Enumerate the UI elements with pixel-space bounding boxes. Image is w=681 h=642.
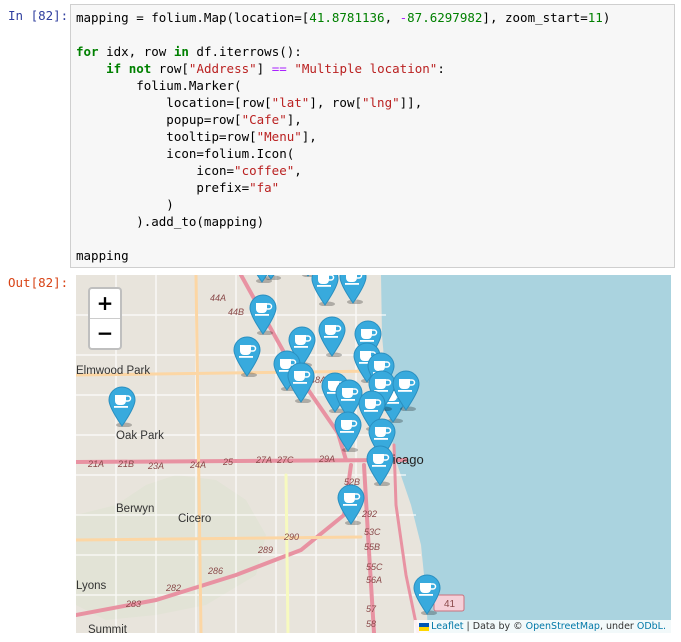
code-line-11: prefix="fa" [76,180,280,195]
map-attribution: Leaflet | Data by © OpenStreetMap, under… [414,620,671,633]
code-line-6: location=[row["lat"], row["lng"]], [76,95,423,110]
zoom-out-button[interactable]: − [90,318,120,348]
zoom-in-button[interactable]: + [90,289,120,318]
coffee-icon [339,275,367,305]
coffee-icon [287,362,315,404]
road-label-25: 25 [222,457,234,467]
road-label-27a: 27A [255,455,272,465]
coffee-icon [249,294,277,336]
road-label-44a: 44A [210,293,226,303]
road-label-24a: 24A [189,460,206,470]
road-label-55b: 55B [364,542,380,552]
coffee-icon [233,336,261,378]
code-line-8: tooltip=row["Menu"], [76,129,317,144]
code-line-7: popup=row["Cafe"], [76,112,302,127]
coffee-icon [366,445,394,487]
cafe-marker[interactable] [391,369,421,412]
road-label-282: 282 [165,583,181,593]
place-label-berwyn: Berwyn [116,503,154,515]
coffee-icon [318,316,346,358]
road-label-27c: 27C [276,455,294,465]
code-line-5: folium.Marker( [76,78,242,93]
code-line-12: ) [76,197,174,212]
place-label-elmwood-park: Elmwood Park [76,365,150,377]
input-prompt: In [82]: [8,8,69,23]
leaflet-flag-icon [419,622,430,631]
code-line-1: mapping = folium.Map(location=[41.878113… [76,10,611,25]
coffee-icon [311,275,339,307]
attribution-under: , under [599,621,637,632]
road-label-23a: 23A [147,461,164,471]
road-label-55c: 55C [366,562,383,572]
road-label-286: 286 [207,566,223,576]
code-cell[interactable]: mapping = folium.Map(location=[41.878113… [70,4,675,268]
coffee-icon [337,484,365,526]
road-label-29a: 29A [318,454,335,464]
coffee-icon [413,574,441,616]
code-line-9: icon=folium.Icon( [76,146,295,161]
cafe-marker[interactable] [256,275,286,281]
code-text[interactable]: mapping = folium.Map(location=[41.878113… [76,9,610,264]
cafe-marker[interactable] [338,275,368,305]
attribution-separator: | Data by © [463,621,526,632]
coffee-icon [108,386,136,428]
code-line-13: ).add_to(mapping) [76,214,265,229]
place-label-lyons: Lyons [76,580,107,592]
road-label-53c: 53C [364,527,381,537]
coffee-icon [265,275,281,281]
code-line-10: icon="coffee", [76,163,302,178]
code-line-4: if not row["Address"] == "Multiple locat… [106,61,445,76]
output-prompt: Out[82]: [8,275,69,290]
place-label-cicero: Cicero [178,513,211,525]
road-label-57: 57 [366,604,377,614]
coffee-icon [392,370,420,412]
odbl-link[interactable]: ODbL. [637,621,666,632]
road-label-283: 283 [125,599,141,609]
code-line-15: mapping [76,248,129,263]
cafe-marker[interactable] [248,293,278,336]
leaflet-link[interactable]: Leaflet [431,621,463,632]
openstreetmap-link[interactable]: OpenStreetMap [526,621,600,632]
road-label-21a: 21A [87,459,104,469]
cafe-marker[interactable] [333,410,363,453]
road-label-56a: 56A [366,575,382,585]
road-label-58: 58 [366,619,376,629]
cafe-marker[interactable] [317,315,347,358]
road-label-290: 290 [283,532,299,542]
cafe-marker[interactable] [107,385,137,428]
code-line-3: for idx, row in df.iterrows(): [76,44,302,59]
cafe-marker[interactable] [412,573,442,616]
folium-map[interactable]: 44A 44B 21A 21B 23A 24A 25 27A 27C 29A 4… [76,275,671,633]
road-label-21b: 21B [117,459,134,469]
road-label-44b: 44B [228,307,244,317]
cafe-marker[interactable] [336,483,366,526]
road-label-289: 289 [257,545,273,555]
cafe-marker[interactable] [365,444,395,487]
cafe-marker[interactable] [286,361,316,404]
coffee-icon [334,411,362,453]
svg-text:41: 41 [444,599,456,610]
cafe-marker[interactable] [232,335,262,378]
cafe-marker[interactable] [310,275,340,307]
zoom-control: + − [88,287,122,350]
place-label-oak-park: Oak Park [116,430,164,442]
place-label-summit: Summit [88,624,128,633]
